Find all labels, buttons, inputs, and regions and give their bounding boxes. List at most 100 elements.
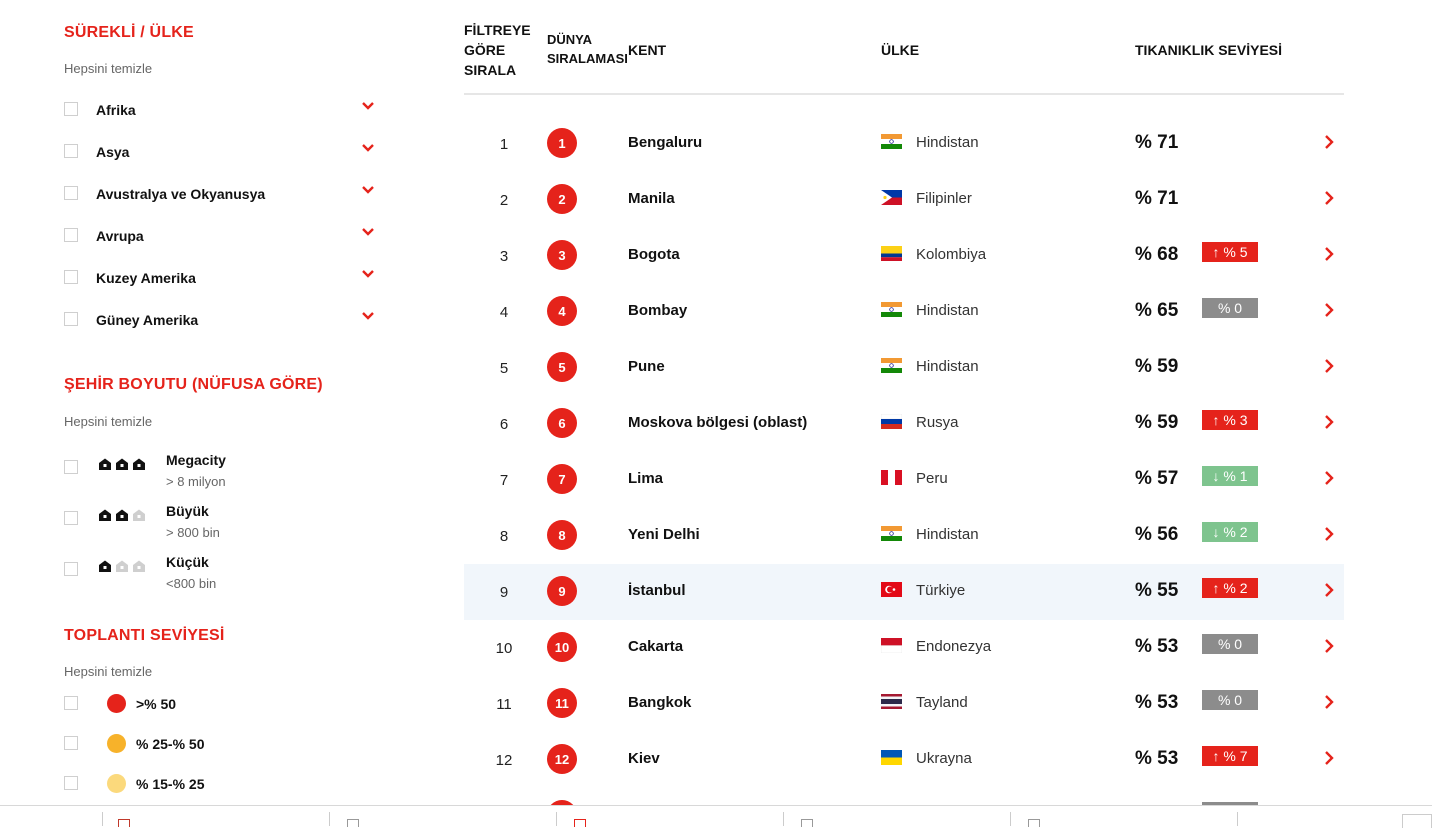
chevron-down-icon[interactable]	[360, 224, 376, 240]
region-filter-item[interactable]: Asya	[64, 140, 378, 164]
table-row[interactable]: 11 11 Bangkok Tayland % 53 % 0	[464, 676, 1344, 732]
table-row[interactable]: 7 7 Lima Peru % 57 ↓ % 1	[464, 452, 1344, 508]
table-row[interactable]: 6 6 Moskova bölgesi (oblast) Rusya % 59 ↑ % 3	[464, 396, 1344, 452]
table-row[interactable]: 12 12 Kiev Ukrayna % 53 ↑ % 7	[464, 732, 1344, 788]
thailand-flag-icon	[881, 694, 902, 709]
tab-document-icon[interactable]	[801, 819, 813, 827]
region-clear-all-link[interactable]: Hepsini temizle	[64, 61, 152, 76]
city-size-name: Büyük	[166, 503, 209, 519]
sort-header-line: SIRALA	[464, 62, 517, 78]
country-column-header[interactable]: ÜLKE	[881, 40, 919, 60]
browser-bar-button[interactable]	[1402, 814, 1432, 828]
checkbox[interactable]	[64, 511, 78, 525]
country-name: Ukrayna	[916, 750, 972, 767]
chevron-right-icon[interactable]	[1322, 302, 1336, 318]
chevron-right-icon[interactable]	[1322, 414, 1336, 430]
tab-separator	[783, 812, 784, 826]
chevron-right-icon[interactable]	[1322, 638, 1336, 654]
chevron-down-icon[interactable]	[360, 98, 376, 114]
region-filter-item[interactable]: Güney Amerika	[64, 308, 378, 332]
chevron-right-icon[interactable]	[1322, 694, 1336, 710]
tab-favicon-icon[interactable]	[118, 819, 130, 827]
country-name: Endonezya	[916, 638, 992, 655]
congestion-filter-item[interactable]: % 25-% 50	[64, 732, 364, 756]
chevron-right-icon[interactable]	[1322, 750, 1336, 766]
tab-pdf-icon[interactable]	[574, 819, 586, 827]
house-icon	[116, 509, 128, 521]
world-rank-badge: 3	[547, 240, 577, 270]
city-size-houses-icon	[98, 509, 146, 521]
table-row[interactable]: 1 1 Bengaluru Hindistan % 71	[464, 116, 1344, 172]
table-row[interactable]: 5 5 Pune Hindistan % 59	[464, 340, 1344, 396]
sort-column-header[interactable]: FİLTREYE GÖRE SIRALA	[464, 20, 531, 80]
city-name[interactable]: Pune	[628, 358, 665, 375]
city-size-filter-item[interactable]: Büyük > 800 bin	[64, 503, 364, 547]
city-size-filter-item[interactable]: Küçük <800 bin	[64, 554, 364, 598]
country-name: Peru	[916, 470, 948, 487]
city-name[interactable]: Manila	[628, 190, 675, 207]
tab-separator	[556, 812, 557, 826]
checkbox[interactable]	[64, 312, 78, 326]
chevron-down-icon[interactable]	[360, 182, 376, 198]
philippines-flag-icon	[881, 190, 902, 205]
congestion-filter-item[interactable]: % 15-% 25	[64, 772, 364, 796]
chevron-down-icon[interactable]	[360, 266, 376, 282]
world-rank-badge: 8	[547, 520, 577, 550]
chevron-right-icon[interactable]	[1322, 358, 1336, 374]
chevron-right-icon[interactable]	[1322, 526, 1336, 542]
table-row[interactable]: 8 8 Yeni Delhi Hindistan % 56 ↓ % 2	[464, 508, 1344, 564]
checkbox[interactable]	[64, 562, 78, 576]
checkbox[interactable]	[64, 102, 78, 116]
checkbox[interactable]	[64, 696, 78, 710]
chevron-right-icon[interactable]	[1322, 134, 1336, 150]
checkbox[interactable]	[64, 736, 78, 750]
city-size-range: > 8 milyon	[166, 474, 226, 489]
table-row[interactable]: 10 10 Cakarta Endonezya % 53 % 0	[464, 620, 1344, 676]
city-name[interactable]: Bengaluru	[628, 134, 702, 151]
change-badge: ↑ % 3	[1202, 410, 1258, 430]
region-filter-item[interactable]: Avustralya ve Okyanusya	[64, 182, 378, 206]
city-name[interactable]: Kiev	[628, 750, 660, 767]
city-column-header[interactable]: KENT	[628, 40, 666, 60]
tab-separator	[102, 812, 103, 826]
congestion-clear-all-link[interactable]: Hepsini temizle	[64, 664, 152, 679]
city-size-clear-all-link[interactable]: Hepsini temizle	[64, 414, 152, 429]
city-name[interactable]: Bogota	[628, 246, 680, 263]
checkbox[interactable]	[64, 460, 78, 474]
checkbox[interactable]	[64, 270, 78, 284]
chevron-down-icon[interactable]	[360, 308, 376, 324]
chevron-right-icon[interactable]	[1322, 190, 1336, 206]
congestion-level-column-header[interactable]: TIKANIKLIK SEVİYESİ	[1135, 40, 1282, 60]
chevron-right-icon[interactable]	[1322, 582, 1336, 598]
world-rank-column-header[interactable]: DÜNYA SIRALAMASI	[547, 30, 628, 68]
region-filter-item[interactable]: Avrupa	[64, 224, 378, 248]
tab-separator	[1010, 812, 1011, 826]
table-row[interactable]: 4 4 Bombay Hindistan % 65 % 0	[464, 284, 1344, 340]
city-name[interactable]: Yeni Delhi	[628, 526, 700, 543]
congestion-filter-title: TOPLANTI SEVİYESİ	[64, 627, 225, 644]
city-name[interactable]: Cakarta	[628, 638, 683, 655]
region-filter-item[interactable]: Afrika	[64, 98, 378, 122]
checkbox[interactable]	[64, 144, 78, 158]
table-row[interactable]: 2 2 Manila Filipinler % 71	[464, 172, 1344, 228]
city-name[interactable]: Bombay	[628, 302, 687, 319]
congestion-filter-item[interactable]: >% 50	[64, 692, 364, 716]
country-name: Hindistan	[916, 302, 979, 319]
tab-document-icon[interactable]	[1028, 819, 1040, 827]
chevron-down-icon[interactable]	[360, 140, 376, 156]
checkbox[interactable]	[64, 228, 78, 242]
table-row[interactable]: 9 9 İstanbul Türkiye % 55 ↑ % 2	[464, 564, 1344, 620]
tab-document-icon[interactable]	[347, 819, 359, 827]
checkbox[interactable]	[64, 186, 78, 200]
checkbox[interactable]	[64, 776, 78, 790]
city-name[interactable]: Bangkok	[628, 694, 691, 711]
table-row[interactable]: 3 3 Bogota Kolombiya % 68 ↑ % 5	[464, 228, 1344, 284]
city-name[interactable]: İstanbul	[628, 582, 686, 599]
chevron-right-icon[interactable]	[1322, 246, 1336, 262]
city-name[interactable]: Lima	[628, 470, 663, 487]
chevron-right-icon[interactable]	[1322, 470, 1336, 486]
region-filter-item[interactable]: Kuzey Amerika	[64, 266, 378, 290]
city-name[interactable]: Moskova bölgesi (oblast)	[628, 414, 807, 431]
city-size-filter-item[interactable]: Megacity > 8 milyon	[64, 452, 364, 496]
turkey-flag-icon	[881, 582, 902, 597]
